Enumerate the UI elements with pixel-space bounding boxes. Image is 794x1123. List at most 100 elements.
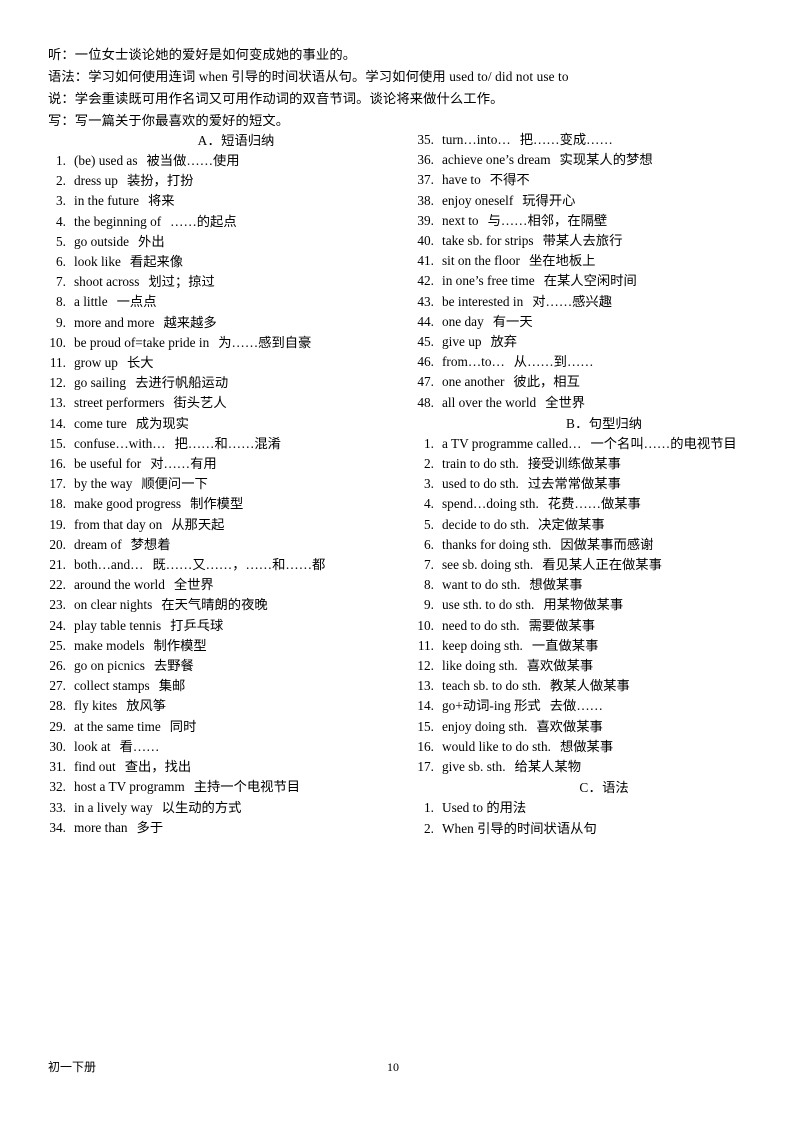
item-chinese: 划过；掠过 bbox=[148, 274, 215, 290]
sentence-item: 11. keep doing sth. 一直做某事 bbox=[412, 636, 772, 656]
item-chinese: 对……感兴趣 bbox=[532, 293, 613, 309]
phrase-item: 30. look at 看…… bbox=[44, 737, 404, 757]
item-english: go on picnics bbox=[74, 658, 145, 674]
item-english: used to do sth. bbox=[442, 476, 519, 492]
item-english: spend…doing sth. bbox=[442, 496, 539, 512]
phrase-item: 27. collect stamps 集邮 bbox=[44, 676, 404, 696]
item-chinese: 不得不 bbox=[489, 172, 530, 188]
phrase-item: 47. one another 彼此，相互 bbox=[412, 372, 772, 392]
item-number: 38. bbox=[417, 192, 434, 208]
item-english: sit on the floor bbox=[442, 253, 520, 269]
phrase-item: 12. go sailing 去进行帆船运动 bbox=[44, 373, 404, 393]
sentence-item: 7. see sb. doing sth. 看见某人正在做某事 bbox=[412, 555, 772, 575]
item-english: next to bbox=[442, 212, 479, 228]
item-number: 1. bbox=[424, 435, 434, 451]
item-chinese: 把……和……混淆 bbox=[174, 435, 281, 451]
item-number: 7. bbox=[56, 274, 66, 290]
item-chinese: 把……变成…… bbox=[519, 132, 613, 147]
item-english: achieve one’s dream bbox=[442, 152, 551, 168]
sentence-item: 9. use sth. to do sth. 用某物做某事 bbox=[412, 595, 772, 615]
item-chinese: 以生动的方式 bbox=[161, 799, 242, 815]
intro-line-writing: 写：写一篇关于你最喜欢的爱好的短文。 bbox=[48, 113, 290, 128]
item-number: 44. bbox=[417, 313, 434, 329]
item-chinese: 全世界 bbox=[173, 577, 214, 593]
item-number: 19. bbox=[49, 516, 66, 532]
item-number: 12. bbox=[49, 375, 66, 391]
item-number: 17. bbox=[417, 759, 434, 775]
item-english: a TV programme called… bbox=[442, 435, 582, 451]
phrase-item: 3. in the future 将来 bbox=[44, 191, 404, 211]
item-english: enjoy oneself bbox=[442, 192, 514, 208]
item-english: play table tennis bbox=[74, 617, 162, 633]
item-chinese: 外出 bbox=[138, 233, 165, 249]
item-number: 35. bbox=[417, 132, 434, 147]
item-chinese: 放风筝 bbox=[126, 698, 167, 714]
item-english: decide to do sth. bbox=[442, 516, 530, 532]
section-b-title: 句型归纳 bbox=[588, 415, 642, 431]
item-chinese: 教某人做某事 bbox=[549, 678, 630, 694]
section-c-title: 语法 bbox=[602, 780, 629, 796]
item-english: in the future bbox=[74, 193, 139, 209]
item-number: 12. bbox=[417, 658, 434, 674]
phrase-item: 44. one day 有一天 bbox=[412, 312, 772, 332]
phrase-item: 16. be useful for 对……有用 bbox=[44, 454, 404, 474]
sentence-item: 1. a TV programme called… 一个名叫……的电视节目 bbox=[412, 434, 772, 454]
item-number: 33. bbox=[49, 799, 66, 815]
phrase-item: 21. both…and… 既……又……，……和……都 bbox=[44, 555, 404, 575]
item-english: train to do sth. bbox=[442, 456, 519, 472]
item-number: 1. bbox=[56, 153, 66, 168]
phrase-item: 24. play table tennis 打乒乓球 bbox=[44, 616, 404, 636]
document-page: 听：一位女士谈论她的爱好是如何变成她的事业的。 语法：学习如何使用连词 when… bbox=[0, 0, 794, 1123]
phrase-item: 6. look like 看起来像 bbox=[44, 252, 404, 272]
item-number: 4. bbox=[424, 496, 434, 512]
item-english: in a lively way bbox=[74, 799, 153, 815]
item-number: 11. bbox=[417, 637, 434, 653]
item-number: 34. bbox=[49, 819, 66, 835]
footer-page-number: 10 bbox=[387, 1060, 399, 1074]
item-chinese: 因做某事而感谢 bbox=[560, 536, 654, 552]
phrase-item: 39. next to 与……相邻，在隔壁 bbox=[412, 211, 772, 231]
item-number: 32. bbox=[49, 779, 66, 795]
item-number: 15. bbox=[417, 718, 434, 734]
item-number: 36. bbox=[417, 152, 434, 168]
item-chinese: 既……又……，……和……都 bbox=[152, 557, 326, 573]
section-c-label: C． bbox=[579, 780, 603, 796]
intro-line-speaking: 说：学会重读既可用作名词又可用作动词的双音节词。谈论将来做什么工作。 bbox=[48, 91, 504, 106]
item-english: thanks for doing sth. bbox=[442, 536, 552, 552]
item-number: 11. bbox=[49, 355, 66, 371]
phrase-item: 36. achieve one’s dream 实现某人的梦想 bbox=[412, 150, 772, 170]
item-english: more and more bbox=[74, 314, 155, 330]
phrase-item: 2. dress up 装扮，打扮 bbox=[44, 171, 404, 191]
item-chinese: 需要做某事 bbox=[528, 617, 596, 633]
section-heading-b: B．句型归纳 bbox=[412, 413, 772, 434]
item-chinese: 在某人空闲时间 bbox=[543, 273, 637, 289]
item-chinese: 去野餐 bbox=[153, 658, 194, 674]
item-number: 9. bbox=[424, 597, 434, 613]
item-number: 15. bbox=[49, 435, 66, 451]
sentence-item: 15. enjoy doing sth. 喜欢做某事 bbox=[412, 717, 772, 737]
item-english: would like to do sth. bbox=[442, 738, 551, 754]
sentence-item: 3. used to do sth. 过去常常做某事 bbox=[412, 474, 772, 494]
item-chinese: 成为现实 bbox=[135, 415, 189, 431]
item-chinese: 制作模型 bbox=[153, 637, 207, 653]
sentence-item: 12. like doing sth. 喜欢做某事 bbox=[412, 656, 772, 676]
item-chinese: 坐在地板上 bbox=[528, 253, 596, 269]
phrase-item: 7. shoot across 划过；掠过 bbox=[44, 272, 404, 292]
item-chinese: 有一天 bbox=[492, 313, 533, 329]
item-english: keep doing sth. bbox=[442, 637, 523, 653]
item-english: confuse…with… bbox=[74, 435, 166, 451]
item-number: 14. bbox=[49, 415, 66, 431]
item-number: 16. bbox=[49, 456, 66, 472]
item-number: 6. bbox=[424, 536, 434, 552]
item-number: 5. bbox=[424, 516, 434, 532]
phrase-item: 4. the beginning of ……的起点 bbox=[44, 212, 404, 232]
item-english: host a TV programm bbox=[74, 779, 185, 795]
sentence-item: 14. go+动词-ing 形式 去做…… bbox=[412, 696, 772, 716]
item-number: 25. bbox=[49, 637, 66, 653]
item-english: both…and… bbox=[74, 557, 144, 573]
phrase-item: 29. at the same time 同时 bbox=[44, 717, 404, 737]
item-number: 26. bbox=[49, 658, 66, 674]
phrase-item: 25. make models 制作模型 bbox=[44, 636, 404, 656]
item-number: 18. bbox=[49, 496, 66, 512]
item-english: take sb. for strips bbox=[442, 233, 534, 249]
